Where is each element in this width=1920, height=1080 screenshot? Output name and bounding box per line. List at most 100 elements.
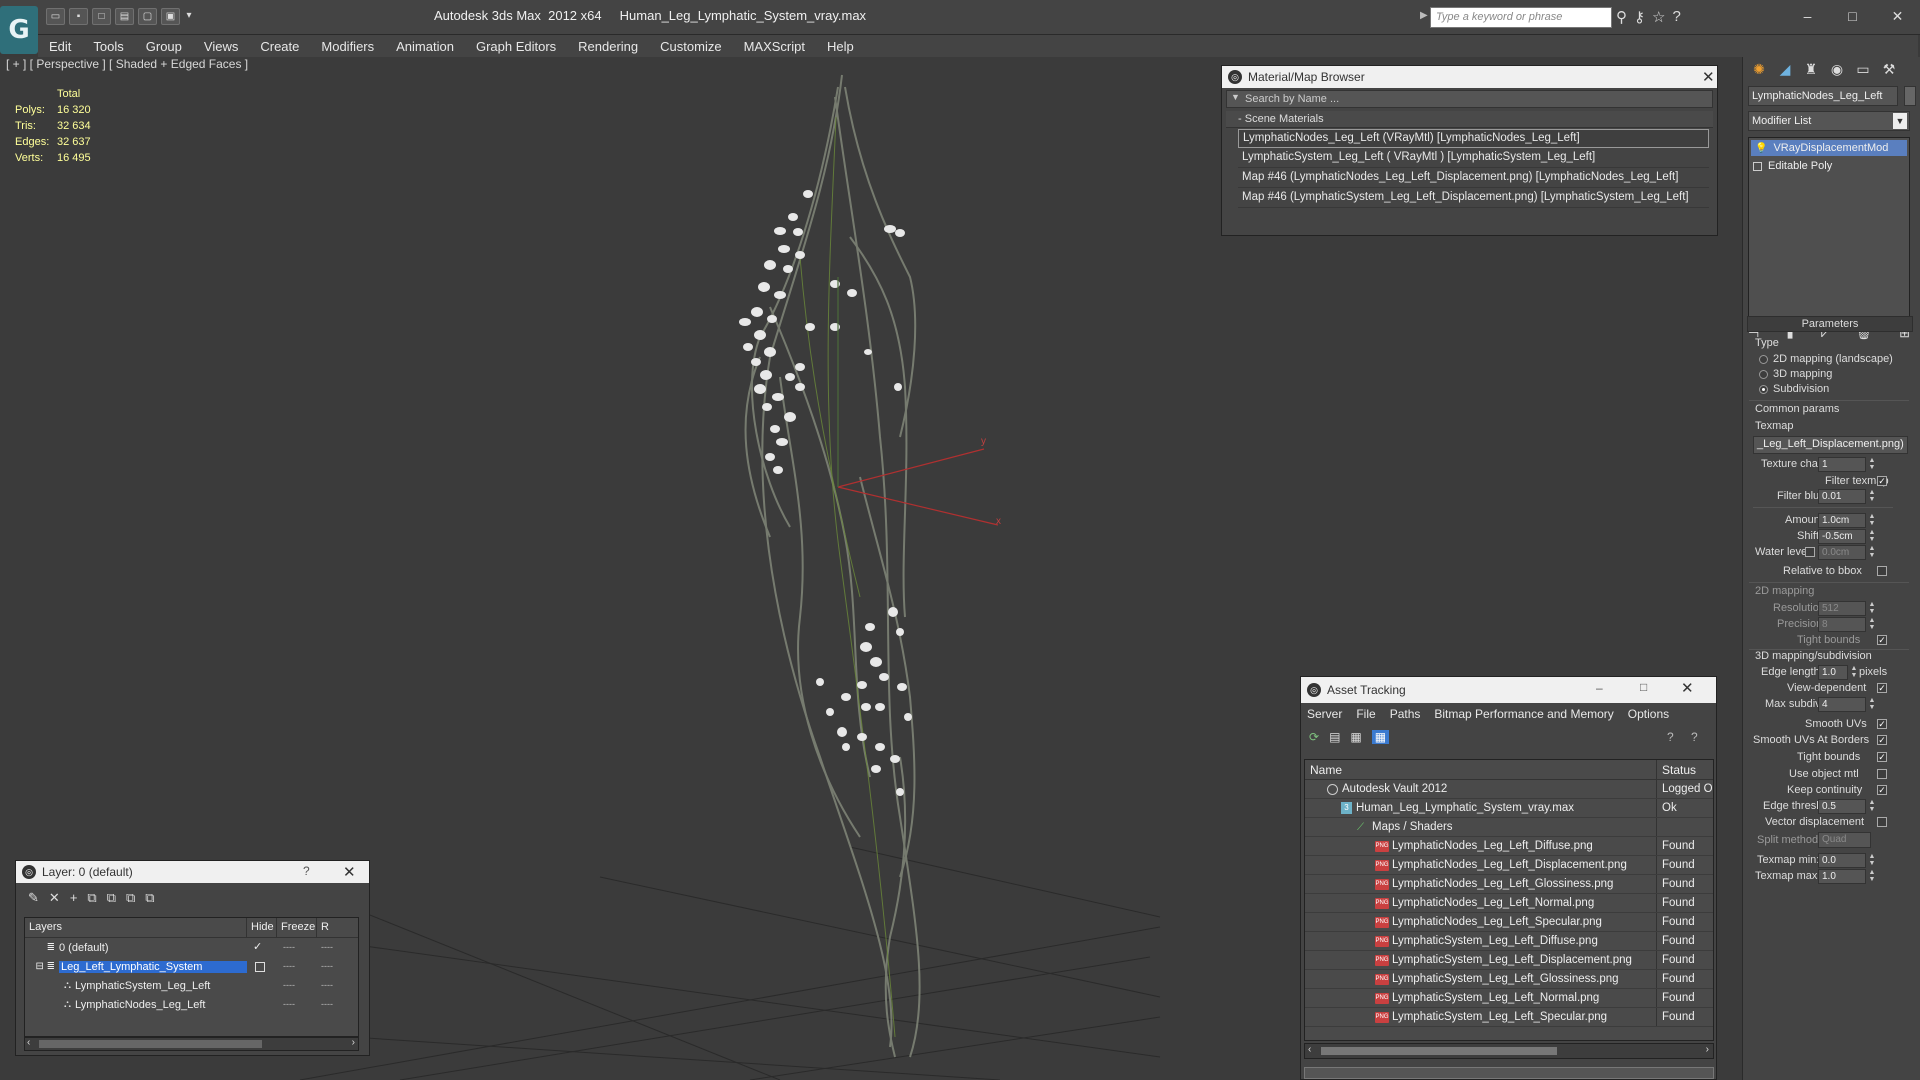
modify-tab-icon[interactable]: ◢	[1775, 61, 1795, 78]
menu-tools[interactable]: Tools	[82, 39, 134, 54]
water-level-input[interactable]: 0.0cm	[1818, 545, 1866, 560]
checkmark-icon[interactable]: ✓	[253, 940, 262, 953]
lightbulb-icon[interactable]: 💡	[1755, 143, 1767, 154]
stack-item-editable-poly[interactable]: Editable Poly	[1749, 158, 1909, 174]
material-search-input[interactable]: ▼ Search by Name ...	[1226, 90, 1713, 108]
column-header-freeze[interactable]: Freeze	[277, 918, 317, 937]
hide-toggle[interactable]: ----	[283, 980, 295, 990]
scroll-right-icon[interactable]: ›	[352, 1037, 355, 1048]
help-icon[interactable]: ?	[1672, 8, 1680, 26]
material-item[interactable]: Map #46 (LymphaticNodes_Leg_Left_Displac…	[1238, 169, 1709, 188]
hide-toggle[interactable]: ----	[283, 942, 295, 952]
spinner-icon[interactable]: ▲ ▼	[1868, 853, 1876, 868]
play-arrow-icon[interactable]: ▶	[1420, 10, 1428, 21]
vector-displacement-checkbox[interactable]	[1877, 817, 1887, 827]
viewport-label[interactable]: [ + ] [ Perspective ] [ Shaded + Edged F…	[6, 57, 248, 71]
asset-row[interactable]: PNG LymphaticNodes_Leg_Left_Diffuse.png Fo…	[1305, 837, 1713, 856]
layer-name[interactable]: LymphaticNodes_Leg_Left	[75, 999, 205, 1011]
menu-animation[interactable]: Animation	[385, 39, 465, 54]
select-layer-icon[interactable]: ⧉	[107, 890, 116, 906]
refresh-icon[interactable]: ⟳	[1309, 730, 1319, 744]
max-subdivs-input[interactable]: 4	[1818, 697, 1866, 712]
precision-input[interactable]: 8	[1818, 617, 1866, 632]
edge-length-input[interactable]: 1.0	[1818, 665, 1848, 680]
material-browser-titlebar[interactable]: ◎ Material/Map Browser	[1222, 66, 1717, 88]
object-color-swatch[interactable]	[1904, 86, 1916, 106]
display-tab-icon[interactable]: ▭	[1853, 61, 1873, 78]
close-icon[interactable]: ✕	[1702, 68, 1715, 86]
menu-server[interactable]: Server	[1307, 707, 1342, 721]
menu-help[interactable]: Help	[816, 39, 865, 54]
spinner-icon[interactable]: ▲ ▼	[1868, 513, 1876, 528]
asset-path-field[interactable]	[1304, 1067, 1714, 1079]
scroll-right-icon[interactable]: ›	[1706, 1044, 1709, 1055]
asset-row[interactable]: PNG LymphaticSystem_Leg_Left_Normal.png Fo…	[1305, 989, 1713, 1008]
hide-all-icon[interactable]: ⧉	[145, 890, 154, 906]
menu-paths[interactable]: Paths	[1390, 707, 1421, 721]
asset-tracking-titlebar[interactable]: ◎ Asset Tracking – □ ✕	[1301, 677, 1716, 703]
asset-row[interactable]: Autodesk Vault 2012 Logged O	[1305, 780, 1713, 799]
layers-horizontal-scrollbar[interactable]: ‹ ›	[24, 1037, 359, 1051]
menu-options[interactable]: Options	[1628, 707, 1669, 721]
spinner-icon[interactable]: ▲ ▼	[1868, 799, 1876, 814]
menu-edit[interactable]: Edit	[38, 39, 82, 54]
stack-item-vray-displacement[interactable]: 💡 VRayDisplacementMod	[1751, 140, 1907, 156]
spinner-icon[interactable]: ▲ ▼	[1868, 457, 1876, 472]
layer-row[interactable]: ⊟ ≣ Leg_Left_Lymphatic_System ---- ----	[25, 957, 358, 976]
material-item[interactable]: Map #46 (LymphaticSystem_Leg_Left_Displa…	[1238, 189, 1709, 208]
spinner-icon[interactable]: ▲ ▼	[1868, 545, 1876, 560]
spinner-icon[interactable]: ▲ ▼	[1868, 489, 1876, 504]
texmap-button[interactable]: _Leg_Left_Displacement.png)	[1753, 436, 1908, 454]
asset-row[interactable]: PNG LymphaticSystem_Leg_Left_Displacement…	[1305, 951, 1713, 970]
close-icon[interactable]: ✕	[1875, 4, 1920, 28]
asset-row[interactable]: PNG LymphaticSystem_Leg_Left_Diffuse.png F…	[1305, 932, 1713, 951]
asset-row[interactable]: ⟋ Maps / Shaders	[1305, 818, 1713, 837]
relative-bbox-checkbox[interactable]	[1877, 566, 1887, 576]
scrollbar-thumb[interactable]	[39, 1040, 262, 1048]
asset-row[interactable]: PNG LymphaticNodes_Leg_Left_Specular.png F…	[1305, 913, 1713, 932]
menu-views[interactable]: Views	[193, 39, 249, 54]
asset-row[interactable]: 3 Human_Leg_Lymphatic_System_vray.max Ok	[1305, 799, 1713, 818]
radio-3d-mapping[interactable]	[1759, 370, 1768, 379]
set-current-layer-icon[interactable]: ⧉	[126, 890, 135, 906]
add-to-layer-icon[interactable]: +	[70, 890, 78, 906]
chevron-down-icon[interactable]: ▼	[1231, 92, 1240, 102]
smooth-uvs-borders-checkbox[interactable]: ✓	[1877, 735, 1887, 745]
layer-row[interactable]: ⛬ LymphaticSystem_Leg_Left ---- ----	[25, 976, 358, 995]
menu-create[interactable]: Create	[249, 39, 310, 54]
select-objects-icon[interactable]: ⧉	[87, 890, 96, 906]
expand-icon[interactable]	[1753, 161, 1762, 171]
spinner-icon[interactable]: ▲ ▼	[1850, 665, 1858, 680]
column-header-name[interactable]: Name	[1305, 760, 1657, 779]
vault-help-icon[interactable]: ?	[1667, 730, 1674, 744]
filter-texmap-checkbox[interactable]: ✓	[1877, 476, 1887, 486]
amount-input[interactable]: 1.0cm	[1818, 513, 1866, 528]
list-view-icon[interactable]: ▤	[1329, 730, 1340, 744]
spinner-icon[interactable]: ▲ ▼	[1868, 601, 1876, 616]
maximize-icon[interactable]: □	[1640, 680, 1647, 694]
utilities-tab-icon[interactable]: ⚒	[1879, 61, 1899, 78]
tight-bounds-3d-checkbox[interactable]: ✓	[1877, 752, 1887, 762]
freeze-toggle[interactable]: ----	[321, 961, 333, 971]
asset-row[interactable]: PNG LymphaticSystem_Leg_Left_Specular.png…	[1305, 1008, 1713, 1027]
split-method-dropdown[interactable]: Quad	[1818, 832, 1871, 848]
menu-modifiers[interactable]: Modifiers	[310, 39, 385, 54]
scroll-left-icon[interactable]: ‹	[1308, 1044, 1311, 1055]
column-header-status[interactable]: Status	[1657, 760, 1701, 779]
column-header-hide[interactable]: Hide	[247, 918, 277, 937]
freeze-toggle[interactable]: ----	[321, 999, 333, 1009]
filter-blur-input[interactable]: 0.01	[1818, 489, 1866, 504]
menu-rendering[interactable]: Rendering	[567, 39, 649, 54]
material-item[interactable]: LymphaticNodes_Leg_Left (VRayMtl) [Lymph…	[1238, 129, 1709, 148]
water-level-checkbox[interactable]	[1805, 547, 1815, 557]
radio-2d-mapping[interactable]	[1759, 355, 1768, 364]
freeze-toggle[interactable]: ----	[321, 942, 333, 952]
tight-bounds-checkbox[interactable]: ✓	[1877, 635, 1887, 645]
asset-row[interactable]: PNG LymphaticNodes_Leg_Left_Normal.png Fou…	[1305, 894, 1713, 913]
resolution-input[interactable]: 512	[1818, 601, 1866, 616]
menu-graph-editors[interactable]: Graph Editors	[465, 39, 567, 54]
motion-tab-icon[interactable]: ◉	[1827, 61, 1847, 78]
layer-name[interactable]: 0 (default)	[59, 942, 109, 954]
spinner-icon[interactable]: ▲ ▼	[1868, 869, 1876, 884]
menu-file[interactable]: File	[1356, 707, 1375, 721]
